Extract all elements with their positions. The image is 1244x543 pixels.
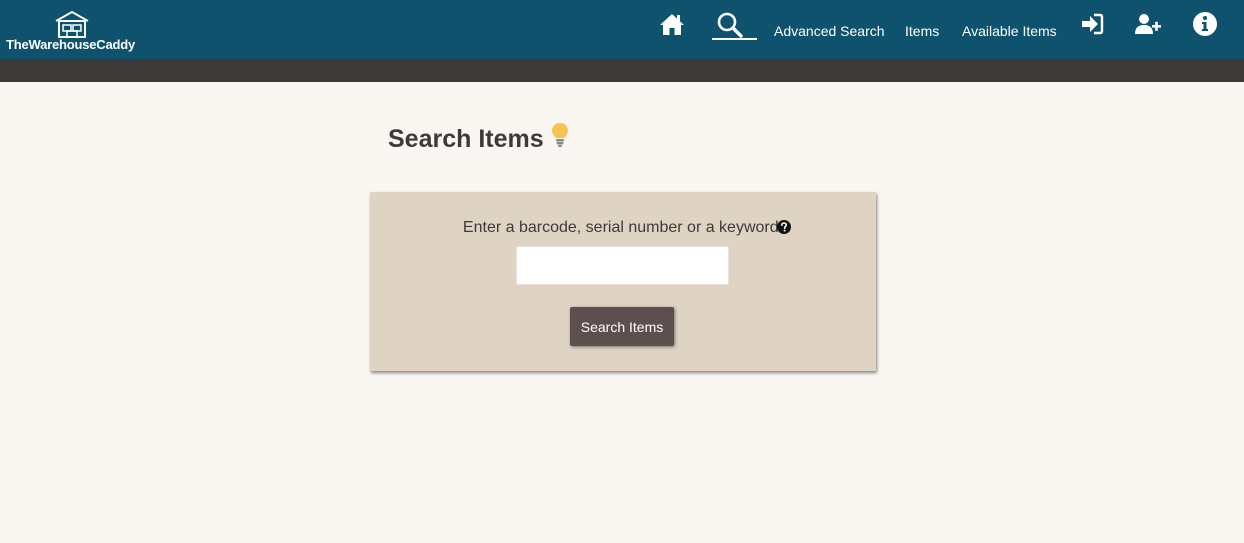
info-icon[interactable] — [1191, 10, 1219, 38]
active-nav-indicator — [712, 38, 757, 40]
lightbulb-icon[interactable] — [551, 122, 569, 148]
add-user-icon[interactable] — [1134, 10, 1162, 38]
search-input[interactable] — [516, 246, 729, 285]
top-navbar: TheWarehouseCaddy Advanced Search Items … — [0, 0, 1244, 59]
nav-link-available-items[interactable]: Available Items — [962, 23, 1057, 39]
nav-link-items[interactable]: Items — [905, 23, 939, 39]
search-icon[interactable] — [715, 10, 743, 38]
brand-name: TheWarehouseCaddy — [6, 37, 136, 52]
search-items-button[interactable]: Search Items — [570, 307, 674, 346]
search-panel: Enter a barcode, serial number or a keyw… — [370, 192, 876, 371]
home-icon[interactable] — [658, 10, 686, 38]
question-circle-icon[interactable] — [777, 220, 791, 234]
sign-in-icon[interactable] — [1078, 10, 1106, 38]
nav-link-advanced-search[interactable]: Advanced Search — [774, 23, 885, 39]
page-title: Search Items — [388, 124, 544, 153]
page-title-row: Search Items — [388, 122, 569, 156]
search-prompt: Enter a barcode, serial number or a keyw… — [462, 219, 784, 236]
brand-home-link[interactable]: TheWarehouseCaddy — [6, 8, 146, 54]
sub-navbar — [0, 59, 1244, 82]
warehouse-icon — [55, 10, 89, 38]
